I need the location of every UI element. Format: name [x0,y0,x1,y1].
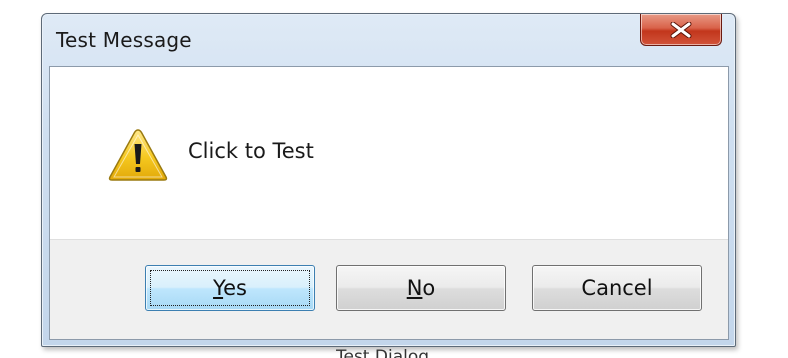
close-button[interactable] [640,14,722,46]
close-x-icon [670,21,692,38]
yes-button[interactable]: Yes [145,265,315,311]
button-bar: Yes No Cancel [50,239,728,339]
yes-label-rest: es [223,276,247,300]
title-bar[interactable]: Test Message [42,14,735,64]
message-text: Click to Test [188,139,314,163]
warning-triangle-icon [108,129,168,181]
cancel-button-label: Cancel [581,276,653,300]
yes-button-label: Yes [213,276,247,300]
no-mnemonic: N [406,276,423,300]
message-area: Click to Test [50,67,728,239]
yes-mnemonic: Y [213,276,224,300]
no-label-rest: o [422,276,436,300]
window-title: Test Message [56,28,192,52]
cancel-button[interactable]: Cancel [532,265,702,311]
dialog-body: Click to Test Yes No Cancel [49,66,729,340]
no-button-label: No [407,276,436,300]
figure-caption: Test Dialog [336,349,456,358]
message-dialog-window: Test Message Click to Test Yes No Cancel [41,13,736,347]
caption-text: Test Dialog [336,349,429,358]
no-button[interactable]: No [336,265,506,311]
